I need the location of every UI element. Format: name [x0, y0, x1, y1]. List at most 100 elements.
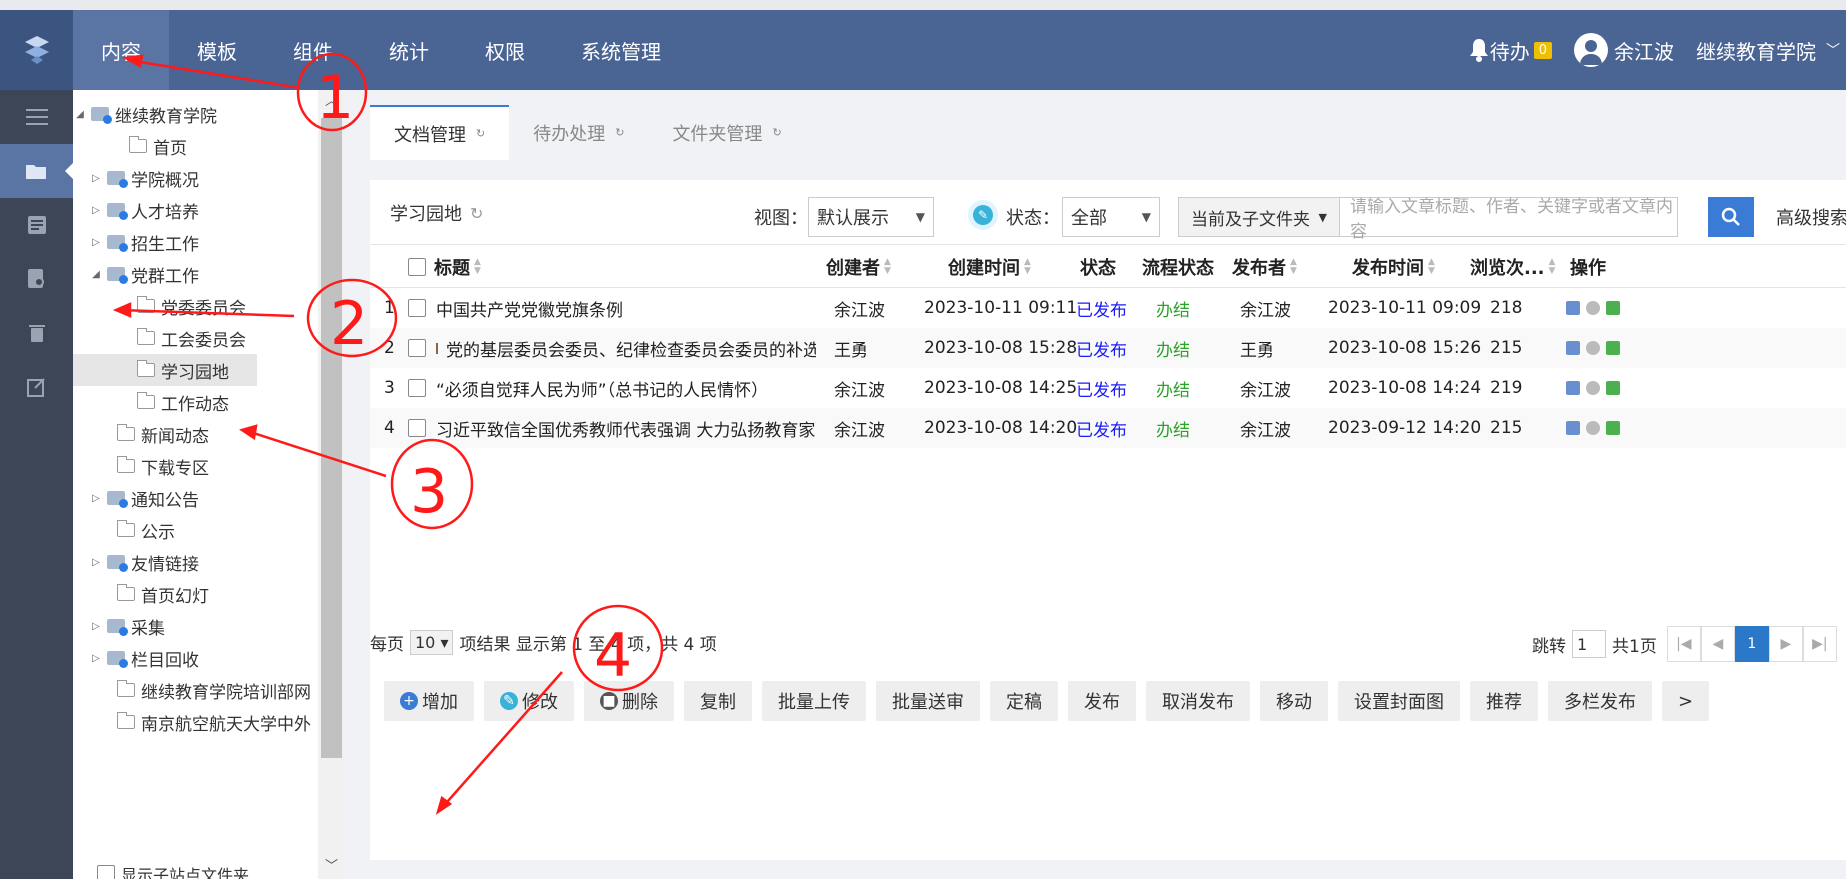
- tree-item[interactable]: ▷ 人才培养: [89, 194, 199, 226]
- download-icon[interactable]: [1606, 381, 1620, 395]
- edit-doc-icon[interactable]: [1566, 381, 1580, 395]
- nav-permission[interactable]: 权限: [457, 10, 553, 90]
- nav-content[interactable]: 内容: [73, 10, 169, 90]
- preview-icon[interactable]: [1586, 421, 1600, 435]
- edit-doc-icon[interactable]: [1566, 421, 1580, 435]
- toolbar-button[interactable]: 多栏发布: [1548, 681, 1652, 721]
- advanced-search-link[interactable]: 高级搜索: [1776, 204, 1846, 230]
- select-all-checkbox[interactable]: [408, 258, 426, 276]
- toolbar-button[interactable]: 复制: [684, 681, 752, 721]
- scope-select[interactable]: 当前及子文件夹 ▼: [1178, 197, 1340, 237]
- toolbar-button[interactable]: 发布: [1068, 681, 1136, 721]
- download-icon[interactable]: [1606, 301, 1620, 315]
- table-row[interactable]: 3 “必须自觉拜人民为师”（总书记的人民情怀） 余江波 2023-10-08 14:2…: [370, 368, 1846, 408]
- cell-title[interactable]: 党的基层委员会委员、纪律检查委员会委员的补选...: [436, 328, 816, 368]
- document-icon[interactable]: [0, 198, 73, 252]
- next-page-icon[interactable]: ▶: [1768, 626, 1803, 662]
- show-subsites-toggle[interactable]: 显示子站点文件夹: [97, 862, 249, 879]
- preview-icon[interactable]: [1586, 381, 1600, 395]
- last-page-icon[interactable]: ▶|: [1802, 626, 1837, 662]
- search-input[interactable]: 请输入文章标题、作者、关键字或者文章内容: [1340, 197, 1678, 242]
- toolbar-button[interactable]: 批量送审: [876, 681, 980, 721]
- toolbar-button[interactable]: 取消发布: [1146, 681, 1250, 721]
- tree-item[interactable]: ▷ 友情链接: [89, 546, 199, 578]
- nav-statistics[interactable]: 统计: [361, 10, 457, 90]
- toolbar-button[interactable]: ■ 删除: [584, 681, 674, 721]
- tree-item[interactable]: ▷ 招生工作: [89, 226, 199, 258]
- expand-toggle-icon[interactable]: ▷: [89, 205, 103, 216]
- scroll-thumb[interactable]: [321, 118, 342, 758]
- nav-template[interactable]: 模板: [169, 10, 265, 90]
- tree-item[interactable]: ▷ 通知公告: [89, 482, 199, 514]
- expand-toggle-icon[interactable]: ▷: [89, 237, 103, 248]
- toolbar-button[interactable]: 定稿: [990, 681, 1058, 721]
- row-checkbox[interactable]: [408, 419, 426, 437]
- tree-item[interactable]: 首页: [111, 130, 187, 162]
- preview-icon[interactable]: [1586, 341, 1600, 355]
- tree-item[interactable]: ▷ 学院概况: [89, 162, 199, 194]
- edit-check-icon[interactable]: [0, 360, 73, 414]
- nav-component[interactable]: 组件: [265, 10, 361, 90]
- expand-toggle-icon[interactable]: ◢: [89, 269, 103, 280]
- edit-doc-icon[interactable]: [1566, 301, 1580, 315]
- tree-item[interactable]: ◢ 党群工作: [89, 258, 199, 290]
- user-menu[interactable]: 余江波: [1574, 33, 1674, 67]
- scroll-up-icon[interactable]: ︿: [318, 90, 345, 114]
- toolbar-button[interactable]: 移动: [1260, 681, 1328, 721]
- tree-item[interactable]: 工会委员会: [119, 322, 246, 354]
- todo-button[interactable]: 待办 0: [1468, 36, 1552, 65]
- tab-document-management[interactable]: 文档管理 ↻: [370, 105, 510, 160]
- nav-system[interactable]: 系统管理: [553, 10, 689, 90]
- cell-title[interactable]: “必须自觉拜人民为师”（总书记的人民情怀）: [436, 368, 816, 408]
- download-icon[interactable]: [1606, 341, 1620, 355]
- download-icon[interactable]: [1606, 421, 1620, 435]
- trash-icon[interactable]: [0, 306, 73, 360]
- tree-item[interactable]: 工作动态: [119, 386, 229, 418]
- refresh-icon[interactable]: ↻: [470, 204, 483, 223]
- col-views[interactable]: 浏览次... ▲ ▼: [1470, 245, 1555, 289]
- per-page-select[interactable]: 10 ▾: [410, 630, 454, 655]
- row-checkbox[interactable]: [408, 339, 426, 357]
- tree-item[interactable]: 首页幻灯: [99, 578, 209, 610]
- org-switcher[interactable]: 继续教育学院 ﹀: [1696, 36, 1840, 65]
- tree-item[interactable]: ▷ 栏目回收: [89, 642, 199, 674]
- status-select[interactable]: 全部 ▼: [1062, 197, 1160, 237]
- row-checkbox[interactable]: [408, 379, 426, 397]
- expand-toggle-icon[interactable]: ▷: [89, 493, 103, 504]
- tree-item[interactable]: 继续教育学院培训部网: [99, 674, 311, 706]
- view-select[interactable]: 默认展示 ▼: [808, 197, 934, 237]
- expand-toggle-icon[interactable]: ▷: [89, 557, 103, 568]
- col-created[interactable]: 创建时间 ▲ ▼: [948, 245, 1031, 289]
- tree-item[interactable]: 新闻动态: [99, 418, 209, 450]
- tree-item[interactable]: 公示: [99, 514, 175, 546]
- expand-toggle-icon[interactable]: ▷: [89, 653, 103, 664]
- page-button[interactable]: 1: [1734, 626, 1769, 662]
- prev-page-icon[interactable]: ◀: [1700, 626, 1735, 662]
- table-row[interactable]: 4 习近平致信全国优秀教师代表强调 大力弘扬教育家精... 余江波 2023-10-0…: [370, 408, 1846, 448]
- refresh-icon[interactable]: ↻: [772, 126, 781, 139]
- cell-title[interactable]: 中国共产党党徽党旗条例: [436, 288, 816, 328]
- tab-folder-management[interactable]: 文件夹管理 ↻: [648, 105, 805, 160]
- jump-input[interactable]: 1: [1572, 630, 1606, 658]
- tree-item[interactable]: 学习园地: [73, 354, 257, 386]
- folder-open-icon[interactable]: [0, 144, 73, 198]
- cell-title[interactable]: 习近平致信全国优秀教师代表强调 大力弘扬教育家精...: [436, 408, 816, 448]
- expand-toggle-icon[interactable]: ▷: [89, 621, 103, 632]
- toolbar-button[interactable]: 推荐: [1470, 681, 1538, 721]
- expand-toggle-icon[interactable]: ◢: [73, 109, 87, 120]
- tree-item[interactable]: ▷ 采集: [89, 610, 165, 642]
- tree-item[interactable]: ◢ 继续教育学院: [73, 98, 217, 130]
- col-published[interactable]: 发布时间 ▲ ▼: [1352, 245, 1435, 289]
- toolbar-button[interactable]: 批量上传: [762, 681, 866, 721]
- row-checkbox[interactable]: [408, 299, 426, 317]
- first-page-icon[interactable]: |◀: [1666, 626, 1701, 662]
- app-logo-icon[interactable]: [0, 10, 73, 90]
- toolbar-button[interactable]: 设置封面图: [1338, 681, 1460, 721]
- refresh-icon[interactable]: ↻: [476, 127, 485, 140]
- menu-toggle-icon[interactable]: [0, 90, 73, 144]
- scroll-down-icon[interactable]: ﹀: [318, 855, 345, 879]
- edit-doc-icon[interactable]: [1566, 341, 1580, 355]
- expand-toggle-icon[interactable]: ▷: [89, 173, 103, 184]
- tree-item[interactable]: 下载专区: [99, 450, 209, 482]
- table-row[interactable]: 2 党的基层委员会委员、纪律检查委员会委员的补选... 王勇 2023-10-08 1…: [370, 328, 1846, 368]
